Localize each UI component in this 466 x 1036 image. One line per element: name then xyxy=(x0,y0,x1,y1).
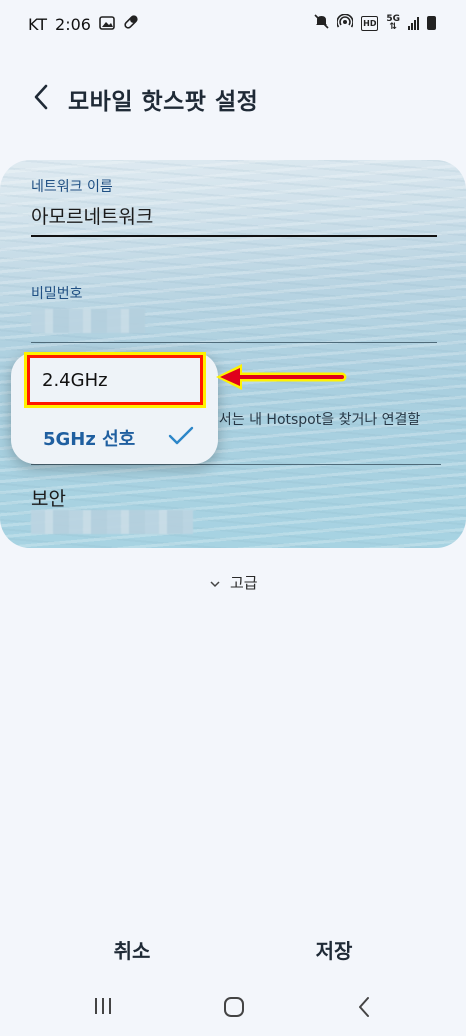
signal-icon xyxy=(408,16,419,30)
password-underline xyxy=(31,342,437,343)
network-name-input[interactable]: 아모르네트워크 xyxy=(31,202,153,229)
data-arrows-icon: ⇅ xyxy=(389,22,397,32)
recent-apps-button[interactable] xyxy=(92,995,114,1021)
status-bar-left: KT 2:06 xyxy=(28,14,139,34)
annotation-arrow-icon xyxy=(214,362,348,396)
band-option-5ghz[interactable]: 5GHz 선호 xyxy=(43,425,135,451)
advanced-label: 고급 xyxy=(230,574,258,592)
page-title: 모바일 핫스팟 설정 xyxy=(68,89,259,115)
5g-badge: 5G ⇅ xyxy=(386,14,400,32)
password-field[interactable] xyxy=(31,309,145,333)
chevron-left-icon xyxy=(33,84,49,114)
mute-icon xyxy=(314,14,329,32)
chevron-down-icon xyxy=(210,574,220,592)
band-underline xyxy=(31,464,441,465)
band-option-5ghz-label: 5GHz 선호 xyxy=(43,429,136,450)
save-button[interactable]: 저장 xyxy=(298,934,370,964)
checkmark-icon xyxy=(168,426,194,450)
advanced-toggle[interactable]: 고급 xyxy=(210,572,258,593)
hotspot-icon xyxy=(336,13,355,32)
gallery-icon xyxy=(99,15,115,34)
home-button[interactable] xyxy=(222,995,246,1023)
back-nav-button[interactable] xyxy=(356,995,372,1023)
network-name-label: 네트워크 이름 xyxy=(31,179,113,195)
hd-icon: HD xyxy=(361,15,379,31)
pill-icon xyxy=(123,14,139,34)
battery-icon xyxy=(427,16,436,30)
network-name-underline xyxy=(31,235,437,237)
back-button[interactable] xyxy=(24,82,58,116)
cancel-button[interactable]: 취소 xyxy=(96,934,168,964)
carrier-label: KT xyxy=(28,14,48,34)
clock: 2:06 xyxy=(55,14,91,34)
band-option-2-4ghz[interactable]: 2.4GHz xyxy=(24,352,206,408)
security-value[interactable] xyxy=(31,510,193,534)
band-option-2-4ghz-label: 2.4GHz xyxy=(42,369,108,391)
password-label: 비밀번호 xyxy=(31,286,83,302)
security-label: 보안 xyxy=(31,488,66,510)
band-description: 기서는 내 Hotspot을 찾거나 연결할 xyxy=(206,412,421,428)
status-bar-right: HD 5G ⇅ xyxy=(314,13,436,32)
